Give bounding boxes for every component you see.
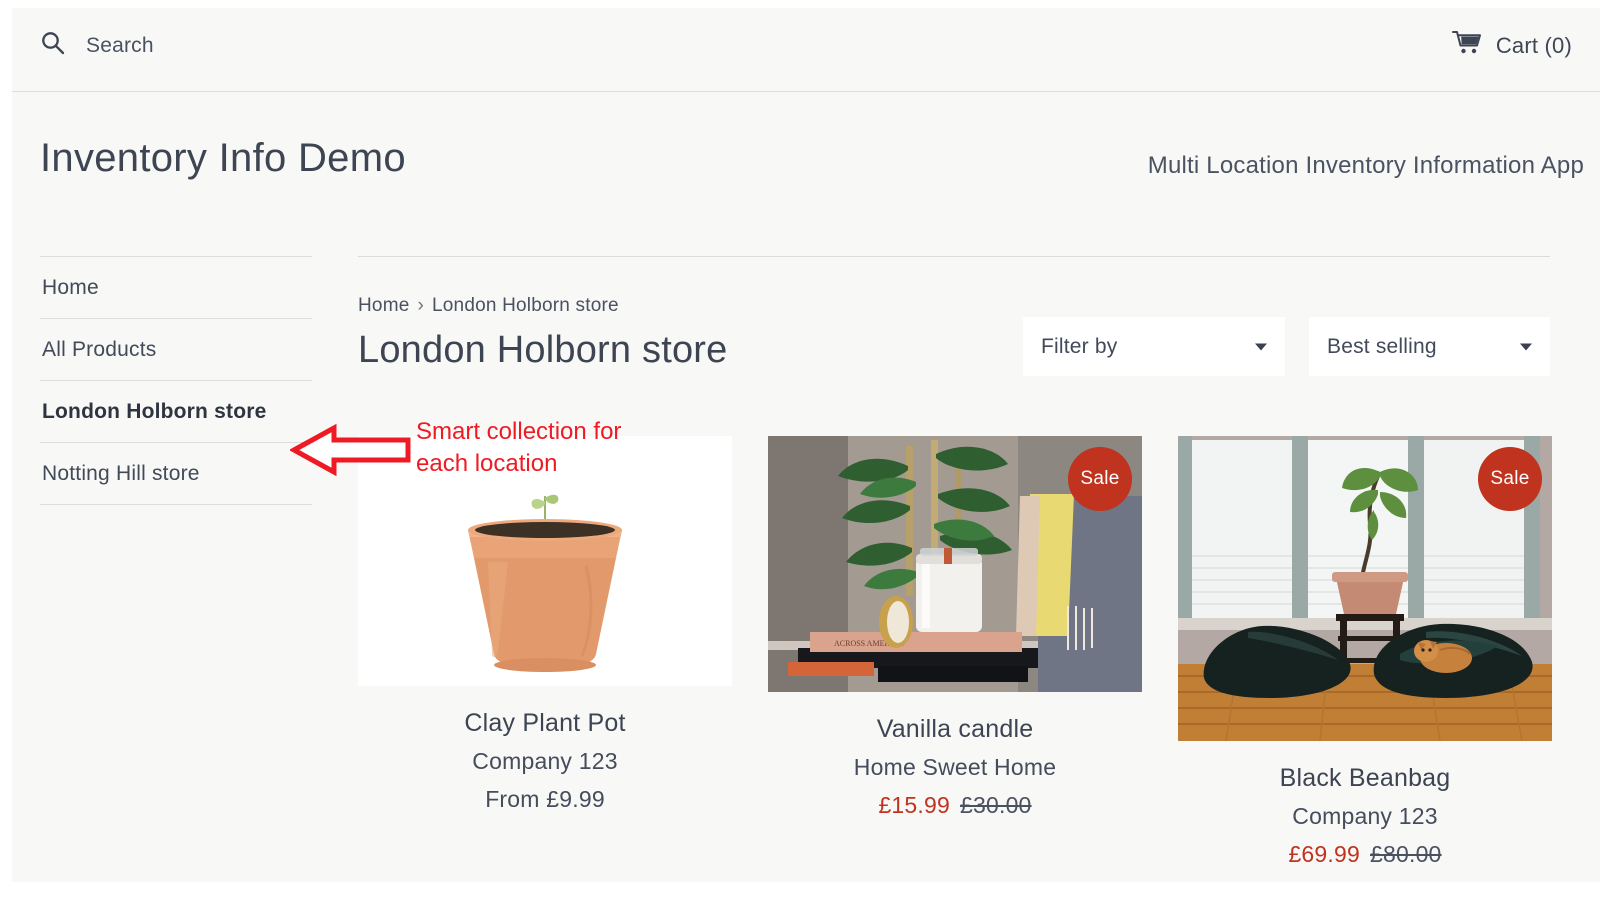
store-tagline: Multi Location Inventory Information App (1147, 152, 1584, 179)
annotation-callout: Smart collection for each location (288, 418, 621, 485)
sidebar-item-london-holborn-store[interactable]: London Holborn store (40, 380, 312, 442)
content-top-divider (358, 256, 1550, 257)
filter-by-value: Filter by (1041, 334, 1118, 358)
product-grid: Clay Plant Pot Company 123 From £9.99 AC… (358, 436, 1584, 874)
product-compare-at-price: £80.00 (1370, 840, 1442, 867)
sale-badge: Sale (1068, 447, 1132, 511)
product-vendor: Company 123 (472, 747, 618, 774)
product-title: Vanilla candle (876, 715, 1034, 743)
sidebar-item-home[interactable]: Home (40, 256, 312, 318)
masthead: Inventory Info Demo Multi Location Inven… (12, 92, 1600, 240)
breadcrumb-current: London Holborn store (432, 295, 619, 316)
search-icon (40, 30, 66, 61)
product-card[interactable]: Clay Plant Pot Company 123 From £9.99 (358, 436, 732, 874)
sale-badge: Sale (1478, 447, 1542, 511)
left-arrow-annotation-icon (288, 423, 411, 477)
product-price: From £9.99 (358, 781, 732, 819)
product-price-value: £9.99 (546, 785, 605, 812)
product-price: £15.99 £30.00 (768, 787, 1142, 825)
sidebar-navigation: Home All Products London Holborn store N… (40, 256, 312, 505)
product-card[interactable]: Sale Black Beanbag Company 123 £69.99 £80… (1178, 436, 1552, 874)
annotation-text: Smart collection for each location (416, 418, 622, 478)
product-image-vanilla-candle[interactable]: ACROSS AMERICA Sale (768, 436, 1142, 692)
storefront-page: Search Cart (0) Inventory Info Demo Mult… (12, 8, 1600, 882)
breadcrumb-home[interactable]: Home (358, 295, 409, 316)
product-vendor: Home Sweet Home (853, 753, 1057, 780)
store-logo-title[interactable]: Inventory Info Demo (40, 136, 406, 181)
product-price-from: From (485, 785, 547, 812)
product-info: Clay Plant Pot Company 123 From £9.99 (358, 686, 732, 819)
collection-header: London Holborn store Filter by Best sell… (358, 317, 1584, 407)
sort-by-value: Best selling (1327, 334, 1437, 358)
sidebar-item-all-products[interactable]: All Products (40, 318, 312, 380)
product-title: Clay Plant Pot (464, 709, 626, 737)
chevron-down-icon (1520, 343, 1532, 350)
sidebar-item-notting-hill-store[interactable]: Notting Hill store (40, 442, 312, 505)
product-info: Vanilla candle Home Sweet Home £15.99 £30… (768, 692, 1142, 825)
shopping-cart-icon (1451, 30, 1482, 61)
search-field[interactable]: Search (40, 30, 154, 61)
product-info: Black Beanbag Company 123 £69.99 £80.00 (1178, 741, 1552, 874)
main-content: Home › London Holborn store London Holborn… (358, 256, 1584, 867)
utility-bar: Search Cart (0) (12, 8, 1600, 92)
cart-link[interactable]: Cart (0) (1451, 30, 1572, 61)
product-price: £69.99 £80.00 (1178, 836, 1552, 874)
chevron-down-icon (1255, 343, 1267, 350)
product-sale-price: £15.99 (878, 791, 950, 818)
product-compare-at-price: £30.00 (960, 791, 1032, 818)
filter-by-select[interactable]: Filter by (1023, 317, 1285, 376)
sort-by-select[interactable]: Best selling (1309, 317, 1550, 376)
breadcrumb-separator-icon: › (417, 295, 425, 316)
product-title: Black Beanbag (1279, 764, 1451, 792)
breadcrumb: Home › London Holborn store (358, 295, 1584, 317)
product-image-black-beanbag[interactable]: Sale (1178, 436, 1552, 741)
search-placeholder-text: Search (86, 33, 154, 57)
product-card[interactable]: ACROSS AMERICA Sale Vanilla candle Home … (768, 436, 1142, 874)
cart-count-label: Cart (0) (1495, 32, 1572, 58)
product-vendor: Company 123 (1292, 802, 1438, 829)
page-title: London Holborn store (358, 329, 728, 371)
product-sale-price: £69.99 (1288, 840, 1360, 867)
